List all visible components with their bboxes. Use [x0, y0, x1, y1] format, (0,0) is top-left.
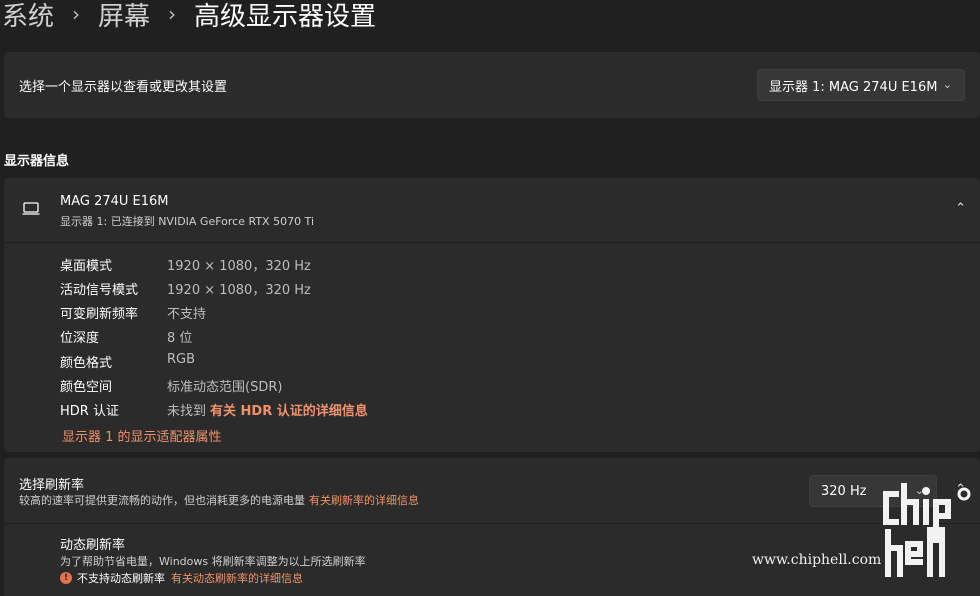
- info-row-value: 1920 × 1080，320 Hz: [167, 259, 311, 274]
- refresh-rate-description-text: 较高的速率可提供更流畅的动作，但也消耗更多的电源电量: [19, 494, 305, 507]
- info-row-key: 位深度: [60, 331, 100, 346]
- dynamic-refresh-link[interactable]: 有关动态刷新率的详细信息: [171, 570, 303, 586]
- info-row-value: 不支持: [167, 307, 207, 322]
- refresh-rate-title: 选择刷新率: [19, 478, 85, 493]
- dynamic-refresh-warning-text: 不支持动态刷新率: [77, 572, 165, 585]
- chevron-down-icon: ⌄: [942, 78, 952, 91]
- display-subtitle: 显示器 1: 已连接到 NVIDIA GeForce RTX 5070 Ti: [60, 215, 314, 228]
- info-row: 位深度 8 位: [60, 327, 192, 346]
- info-row-key: 可变刷新频率: [60, 307, 139, 322]
- info-row-key: 颜色格式: [60, 356, 113, 371]
- dynamic-refresh-warning: ! 不支持动态刷新率 有关动态刷新率的详细信息: [60, 570, 303, 586]
- display-info-header[interactable]: MAG 274U E16M 显示器 1: 已连接到 NVIDIA GeForce…: [4, 178, 980, 242]
- chevron-up-icon[interactable]: ⌃: [955, 201, 966, 216]
- hdr-certification-link[interactable]: 有关 HDR 认证的详细信息: [210, 400, 368, 419]
- display-select-card: 选择一个显示器以查看或更改其设置 显示器 1: MAG 274U E16M ⌄: [4, 52, 980, 118]
- info-row: 颜色空间 标准动态范围(SDR): [60, 376, 282, 395]
- info-row-value: 1920 × 1080，320 Hz: [167, 283, 311, 298]
- info-row: 可变刷新频率 不支持: [60, 303, 206, 322]
- chevron-right-icon: ›: [72, 2, 81, 26]
- info-row: 活动信号模式 1920 × 1080，320 Hz: [60, 279, 311, 298]
- section-title-display-info: 显示器信息: [4, 154, 70, 169]
- info-row-value: 标准动态范围(SDR): [167, 380, 283, 395]
- refresh-rate-card: 选择刷新率 较高的速率可提供更流畅的动作，但也消耗更多的电源电量 有关刷新率的详细…: [4, 458, 980, 523]
- display-info-body: 桌面模式 1920 × 1080，320 Hz 活动信号模式 1920 × 10…: [4, 243, 980, 452]
- breadcrumb: 系统 › 屏幕 › 高级显示器设置: [2, 0, 376, 34]
- chevron-right-icon: ›: [168, 2, 177, 26]
- warning-icon: !: [60, 572, 72, 584]
- display-select-value: 显示器 1: MAG 274U E16M: [769, 79, 938, 95]
- refresh-rate-value: 320 Hz: [821, 483, 867, 499]
- info-row: HDR 认证 未找到 有关 HDR 认证的详细信息: [60, 400, 368, 419]
- dynamic-refresh-title: 动态刷新率: [60, 538, 126, 553]
- info-row-key: 颜色空间: [60, 380, 113, 395]
- chiphell-logo-icon: [883, 483, 971, 577]
- display-select-label: 选择一个显示器以查看或更改其设置: [19, 80, 228, 95]
- display-select-dropdown[interactable]: 显示器 1: MAG 274U E16M ⌄: [757, 69, 965, 101]
- breadcrumb-display[interactable]: 屏幕: [98, 0, 150, 33]
- refresh-rate-link[interactable]: 有关刷新率的详细信息: [309, 494, 419, 507]
- info-row: 颜色格式 RGB: [60, 352, 195, 371]
- monitor-icon: [22, 202, 40, 215]
- dynamic-refresh-description: 为了帮助节省电量，Windows 将刷新率调整为以上所选刷新率: [60, 555, 366, 568]
- page-title: 高级显示器设置: [194, 1, 377, 32]
- info-row-key: 活动信号模式: [60, 283, 139, 298]
- refresh-rate-description: 较高的速率可提供更流畅的动作，但也消耗更多的电源电量 有关刷新率的详细信息: [19, 492, 419, 508]
- info-row: 桌面模式 1920 × 1080，320 Hz: [60, 255, 311, 274]
- watermark-url: www.chiphell.com: [752, 552, 882, 568]
- info-row-value: RGB: [167, 352, 196, 367]
- info-row-value: 未找到: [167, 404, 207, 419]
- adapter-properties-link[interactable]: 显示器 1 的显示适配器属性: [62, 426, 222, 445]
- info-row-key: 桌面模式: [60, 259, 113, 274]
- info-row-value: 8 位: [167, 331, 193, 346]
- display-name: MAG 274U E16M: [60, 194, 169, 209]
- info-row-key: HDR 认证: [60, 404, 119, 419]
- breadcrumb-system[interactable]: 系统: [2, 0, 54, 33]
